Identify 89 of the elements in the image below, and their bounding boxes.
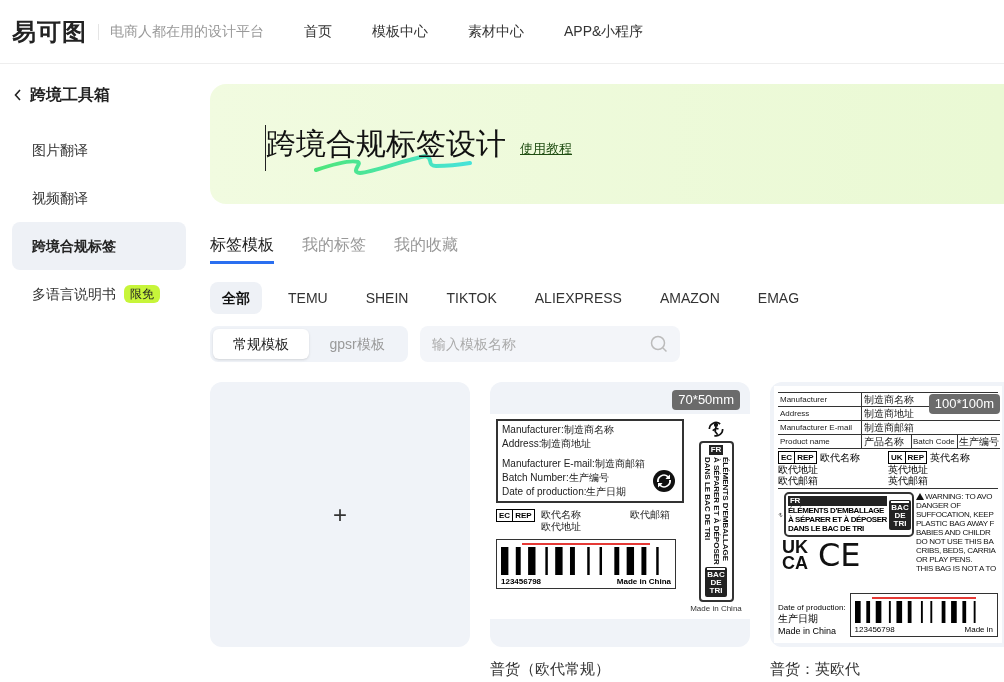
banner-title: 跨境合规标签设计 — [266, 126, 506, 162]
tutorial-link[interactable]: 使用教程 — [520, 139, 572, 159]
label-text: 欧代邮箱 — [630, 509, 670, 521]
table-cell: Manufacturer — [778, 393, 862, 407]
bin-icon: BAC DE TRI — [889, 499, 911, 530]
label-text: À SÉPARER ET À DÉPOSER — [787, 515, 887, 524]
label-text: Manufacturer:制造商名称 — [502, 424, 615, 436]
rep-badge: UK REP — [888, 451, 927, 464]
nav-link[interactable]: 素材中心 — [468, 21, 524, 42]
text-cursor — [265, 125, 266, 171]
label-text: ÉLÉMENTS D'EMBALLAGE — [787, 506, 886, 515]
warning-text: PLASTIC BAG AWAY F — [916, 519, 996, 528]
label-text: 123456798 — [854, 625, 895, 635]
rep-badge: EC REP — [778, 451, 817, 464]
warning-text: WARNING: TO AVO — [916, 492, 996, 501]
warning-text: SUFFOCATION, KEEP — [916, 510, 995, 519]
label-text: Batch Number:生产编号 — [502, 472, 610, 484]
label-text: 欧代邮箱 — [778, 475, 819, 486]
size-badge: 100*100m — [928, 394, 1000, 414]
search-field[interactable]: 输入模板名称 — [420, 326, 680, 362]
label-text: 生产日期 — [778, 613, 819, 625]
recycling-icon — [652, 469, 676, 493]
warning-text: DO NOT USE THIS BA — [916, 537, 995, 546]
ukca-mark: UK CA — [782, 539, 808, 571]
platform-chip[interactable]: EMAG — [745, 282, 812, 314]
label-text: Date of production: — [778, 603, 846, 613]
table-cell: Batch Code — [912, 435, 958, 449]
sidebar-item[interactable]: 视频翻译 — [12, 174, 186, 222]
tab[interactable]: 标签模板 — [210, 228, 274, 264]
table-cell: Address — [778, 407, 862, 421]
label-text: DANS LE BAC DE TRI — [787, 524, 865, 533]
tagline: 电商人都在用的设计平台 — [110, 22, 264, 41]
table-cell: 生产编号 — [958, 435, 1000, 449]
segment-option[interactable]: 常规模板 — [213, 329, 309, 359]
logo[interactable]: 易可图 — [12, 13, 87, 50]
label-text: Made in — [964, 625, 993, 635]
label-text: Made in China — [690, 603, 742, 614]
label-text: DANS LE BAC DE TRI — [702, 457, 712, 543]
label-text: 欧代名称 — [819, 452, 860, 463]
label-text: ÉLÉMENTS D'EMBALLAGE — [720, 457, 730, 562]
platform-chip[interactable]: ALIEXPRESS — [522, 282, 634, 314]
nav-link[interactable]: 首页 — [304, 21, 332, 42]
nav-link[interactable]: 模板中心 — [372, 21, 428, 42]
sidebar-item[interactable]: 跨境合规标签 — [12, 222, 186, 270]
rep-badge: EC REP — [496, 509, 535, 522]
platform-chip[interactable]: TIKTOK — [434, 282, 509, 314]
label-text: À SÉPARER ET À DÉPOSER — [711, 457, 721, 565]
label-text: Date of production:生产日期 — [502, 486, 628, 498]
label-text: 英代邮箱 — [888, 475, 929, 486]
back-button[interactable]: 跨境工具箱 — [12, 84, 186, 106]
sidebar-item[interactable]: 多语言说明书 限免 — [12, 270, 186, 318]
warning-text: BABIES AND CHILDR — [916, 528, 992, 537]
label-text: Made in China — [778, 625, 838, 637]
label-text: 123456798 — [501, 577, 542, 587]
table-cell: Manufacturer E-mail — [778, 421, 862, 435]
platform-chip[interactable]: TEMU — [276, 282, 340, 314]
platform-chip[interactable]: AMAZON — [647, 282, 732, 314]
free-badge: 限免 — [124, 285, 160, 303]
sidebar-item[interactable]: 图片翻译 — [12, 126, 186, 174]
card-title: 普货（欧代常规） — [490, 659, 611, 679]
new-template-card[interactable]: + — [210, 382, 470, 647]
warning-text: THIS BAG IS NOT A TO — [916, 564, 996, 573]
label-text: 英代名称 — [930, 452, 970, 463]
label-text: 欧代名称 — [540, 509, 581, 521]
table-cell: 产品名称 — [862, 435, 912, 449]
table-cell: Product name — [778, 435, 862, 449]
nav-link[interactable]: APP&小程序 — [564, 21, 644, 42]
table-cell: 制造商邮箱 — [862, 421, 1000, 435]
label-text: Made in China — [616, 577, 671, 587]
warning-icon — [916, 493, 924, 500]
fr-tag: FR — [708, 445, 724, 455]
label-text: 欧代地址 — [778, 464, 819, 475]
fr-tag: FR — [787, 496, 887, 506]
platform-chip[interactable]: 全部 — [210, 282, 262, 314]
template-card[interactable] — [770, 382, 1004, 647]
warning-text: CRIBS, BEDS, CARRIA — [916, 546, 996, 555]
label-text: 英代地址 — [888, 464, 929, 475]
label-text: Manufacturer E-mail:制造商邮箱 — [502, 458, 646, 470]
bin-icon: BAC DE TRI — [705, 566, 727, 597]
warning-text: DANGER OF — [916, 501, 962, 510]
warning-text: OR PLAY PENS. — [916, 555, 974, 564]
card-title: 普货：英欧代 — [770, 659, 861, 679]
ce-mark: CE — [818, 539, 861, 571]
label-text: Address:制造商地址 — [502, 438, 593, 450]
search-icon — [650, 335, 668, 353]
platform-chip[interactable]: SHEIN — [353, 282, 421, 314]
size-badge: 70*50mm — [672, 390, 740, 410]
label-text: 欧代地址 — [540, 521, 581, 533]
back-icon — [14, 89, 22, 101]
